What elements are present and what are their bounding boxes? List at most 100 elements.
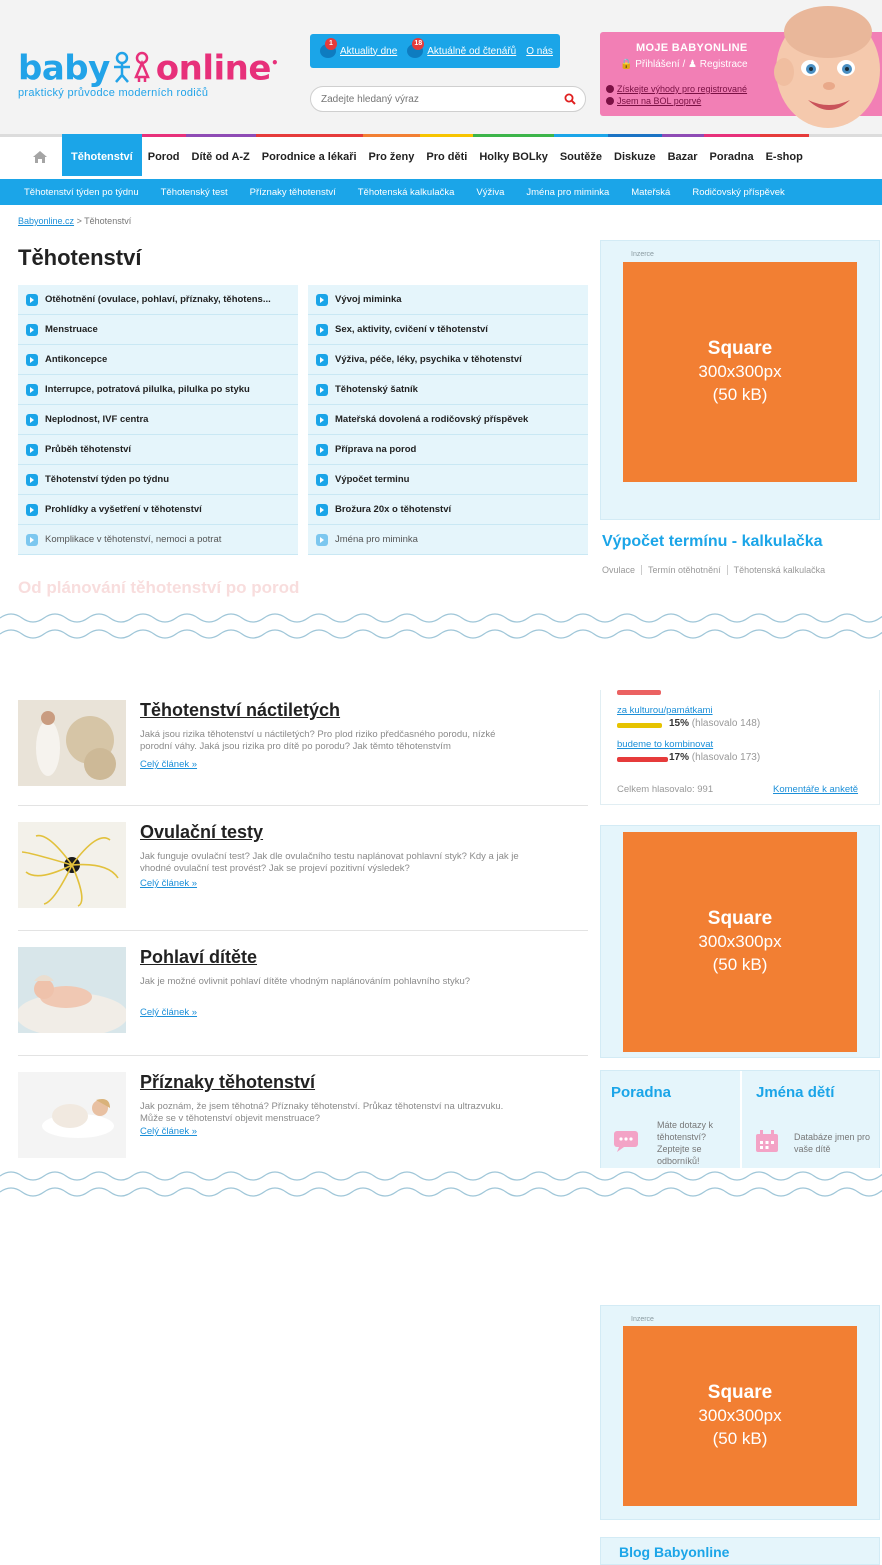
perk-row-1: Získejte výhody pro registrované — [606, 84, 747, 94]
nav-item-porod[interactable]: Porod — [141, 134, 186, 176]
nav-item-poradna[interactable]: Poradna — [703, 134, 760, 176]
article-thumbnail[interactable] — [18, 1072, 126, 1158]
category-item[interactable]: Výživa, péče, léky, psychika v těhotenst… — [308, 345, 588, 375]
nav-item-bazar[interactable]: Bazar — [661, 134, 704, 176]
o-nas-link[interactable]: O nás — [526, 46, 553, 57]
subnav-item[interactable]: Mateřská — [631, 187, 670, 198]
article-thumbnail[interactable] — [18, 700, 126, 786]
category-label: Vývoj miminka — [335, 294, 402, 305]
category-item[interactable]: Brožura 20x o těhotenství — [308, 495, 588, 525]
subnav-item[interactable]: Těhotenství týden po týdnu — [24, 187, 139, 198]
nav-item-dite[interactable]: Dítě od A-Z — [185, 134, 256, 176]
top-links-bar: 1 Aktuality dne 18 Aktuálně od čtenářů O… — [310, 34, 560, 68]
article-thumbnail[interactable] — [18, 822, 126, 908]
article-title[interactable]: Příznaky těhotenství — [140, 1072, 315, 1093]
lock-icon: 🔒 — [620, 59, 633, 70]
poll-votes: (hlasovalo 148) — [691, 718, 761, 729]
subnav-item[interactable]: Rodičovský příspěvek — [692, 187, 784, 198]
subnav-item[interactable]: Jména pro miminka — [526, 187, 609, 198]
ctenari-link[interactable]: 18 Aktuálně od čtenářů — [407, 38, 516, 58]
jmena-title: Jména dětí — [756, 1084, 835, 1101]
category-item[interactable]: Jména pro miminka — [308, 525, 588, 555]
article-thumbnail[interactable] — [18, 947, 126, 1033]
ad-title: Square — [707, 908, 773, 929]
calc-tab-termin[interactable]: Termín otěhotnění — [641, 565, 721, 575]
category-item[interactable]: Těhotenství týden po týdnu — [18, 465, 298, 495]
article-description: Jak je možné ovlivnit pohlaví dítěte vho… — [140, 976, 471, 987]
article-title[interactable]: Pohlaví dítěte — [140, 947, 257, 968]
nav-home[interactable] — [18, 134, 62, 176]
category-label: Těhotenský šatník — [335, 384, 418, 395]
article-read-more[interactable]: Celý článek » — [140, 759, 197, 770]
arrow-right-icon — [316, 353, 328, 366]
ad-square-1[interactable]: Square 300x300px (50 kB) — [623, 262, 857, 482]
site-logo[interactable]: baby online• praktický průvodce moderníc… — [18, 46, 279, 99]
ad-label: Inzerce — [631, 1316, 654, 1323]
home-icon — [33, 150, 47, 163]
logo-dot: • — [270, 56, 279, 70]
subnav-item[interactable]: Těhotenská kalkulačka — [358, 187, 455, 198]
ad-size: 300x300px — [698, 932, 782, 951]
breadcrumb-separator: > — [76, 216, 82, 226]
register-link[interactable]: Registrace — [700, 59, 748, 70]
arrow-right-icon — [26, 473, 38, 486]
arrow-right-icon — [26, 323, 38, 336]
poll-bar-partial — [617, 690, 661, 695]
ad-square-2[interactable]: Square 300x300px (50 kB) — [623, 832, 857, 1052]
user-icon: ♟ — [688, 59, 698, 70]
category-item[interactable]: Prohlídky a vyšetření v těhotenství — [18, 495, 298, 525]
aktuality-label: Aktuality dne — [340, 45, 398, 57]
category-item[interactable]: Příprava na porod — [308, 435, 588, 465]
category-item[interactable]: Interrupce, potratová pilulka, pilulka p… — [18, 375, 298, 405]
category-item[interactable]: Průběh těhotenství — [18, 435, 298, 465]
nav-item-souteze[interactable]: Soutěže — [553, 134, 608, 176]
perk-link-first-time[interactable]: Jsem na BOL poprvé — [617, 96, 701, 106]
article-title[interactable]: Ovulační testy — [140, 822, 263, 843]
category-item[interactable]: Mateřská dovolená a rodičovský příspěvek — [308, 405, 588, 435]
jmena-column[interactable]: Jména dětí Databáze jmen pro vaše dítě — [740, 1071, 879, 1171]
divider — [18, 805, 588, 806]
calc-tab-ovulace[interactable]: Ovulace — [602, 565, 635, 575]
category-item[interactable]: Otěhotnění (ovulace, pohlaví, příznaky, … — [18, 285, 298, 315]
blog-title[interactable]: Blog Babyonline — [619, 1544, 729, 1560]
nav-item-diskuze[interactable]: Diskuze — [608, 134, 662, 176]
category-item[interactable]: Menstruace — [18, 315, 298, 345]
subnav-item[interactable]: Výživa — [476, 187, 504, 198]
category-item[interactable]: Komplikace v těhotenství, nemoci a potra… — [18, 525, 298, 555]
category-item[interactable]: Výpočet terminu — [308, 465, 588, 495]
nav-item-pro-deti[interactable]: Pro děti — [420, 134, 474, 176]
nav-item-tehotenstvi[interactable]: Těhotenství — [62, 134, 142, 176]
subnav-item[interactable]: Těhotenský test — [161, 187, 228, 198]
poradna-column[interactable]: Poradna Máte dotazy k těhotenství? Zepte… — [601, 1071, 740, 1171]
article-read-more[interactable]: Celý článek » — [140, 1126, 197, 1137]
poll-option-label[interactable]: za kulturou/památkami — [617, 705, 713, 716]
category-item[interactable]: Sex, aktivity, cvičení v těhotenství — [308, 315, 588, 345]
ad-square-3[interactable]: Square 300x300px (50 kB) — [623, 1326, 857, 1506]
nav-item-holky-bolky[interactable]: Holky BOLky — [473, 134, 554, 176]
category-item[interactable]: Antikoncepce — [18, 345, 298, 375]
article-read-more[interactable]: Celý článek » — [140, 878, 197, 889]
arrow-right-icon — [26, 443, 38, 456]
sub-navigation: Těhotenství týden po týdnu Těhotenský te… — [0, 179, 882, 205]
search-icon[interactable] — [564, 93, 576, 105]
nav-item-eshop[interactable]: E-shop — [759, 134, 809, 176]
arrow-right-icon — [316, 503, 328, 516]
breadcrumb-home[interactable]: Babyonline.cz — [18, 216, 74, 226]
nav-item-porodnice[interactable]: Porodnice a lékaři — [255, 134, 363, 176]
poll-comments-link[interactable]: Komentáře k anketě — [773, 784, 858, 795]
category-item[interactable]: Těhotenský šatník — [308, 375, 588, 405]
poll-option-label[interactable]: budeme to kombinovat — [617, 739, 713, 750]
perk-link-registered[interactable]: Získejte výhody pro registrované — [617, 84, 747, 94]
nav-item-pro-zeny[interactable]: Pro ženy — [362, 134, 421, 176]
arrow-right-icon — [26, 503, 38, 516]
article-read-more[interactable]: Celý článek » — [140, 1007, 197, 1018]
article-title[interactable]: Těhotenství náctiletých — [140, 700, 340, 721]
search-input[interactable] — [311, 87, 541, 111]
category-item[interactable]: Neplodnost, IVF centra — [18, 405, 298, 435]
subnav-item[interactable]: Příznaky těhotenství — [250, 187, 336, 198]
category-item[interactable]: Vývoj miminka — [308, 285, 588, 315]
category-label: Mateřská dovolená a rodičovský příspěvek — [335, 414, 529, 425]
login-link[interactable]: Přihlášení — [635, 59, 679, 70]
aktuality-link[interactable]: 1 Aktuality dne — [320, 38, 398, 58]
calc-tab-kalkulacka[interactable]: Těhotenská kalkulačka — [726, 565, 825, 575]
